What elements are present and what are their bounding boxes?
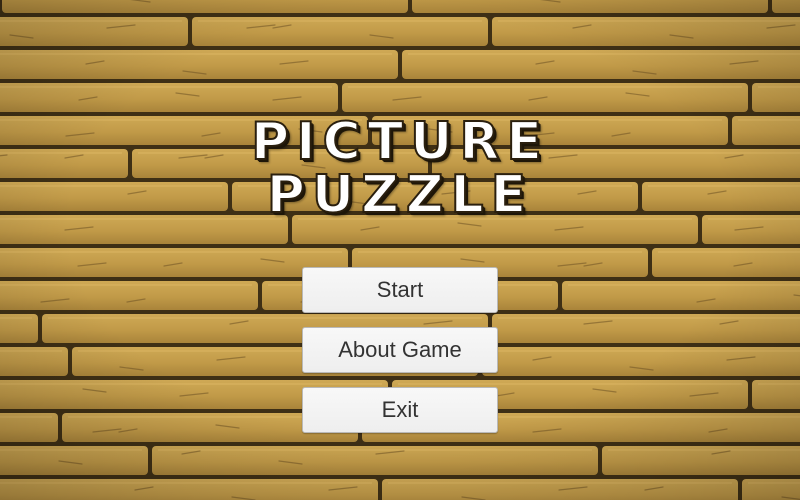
about-game-button[interactable]: About Game	[302, 327, 498, 373]
game-title-line-1: PICTURE	[250, 112, 549, 172]
game-title-line-2: PUZZLE	[266, 165, 534, 225]
start-button[interactable]: Start	[302, 267, 498, 313]
exit-button[interactable]: Exit	[302, 387, 498, 433]
